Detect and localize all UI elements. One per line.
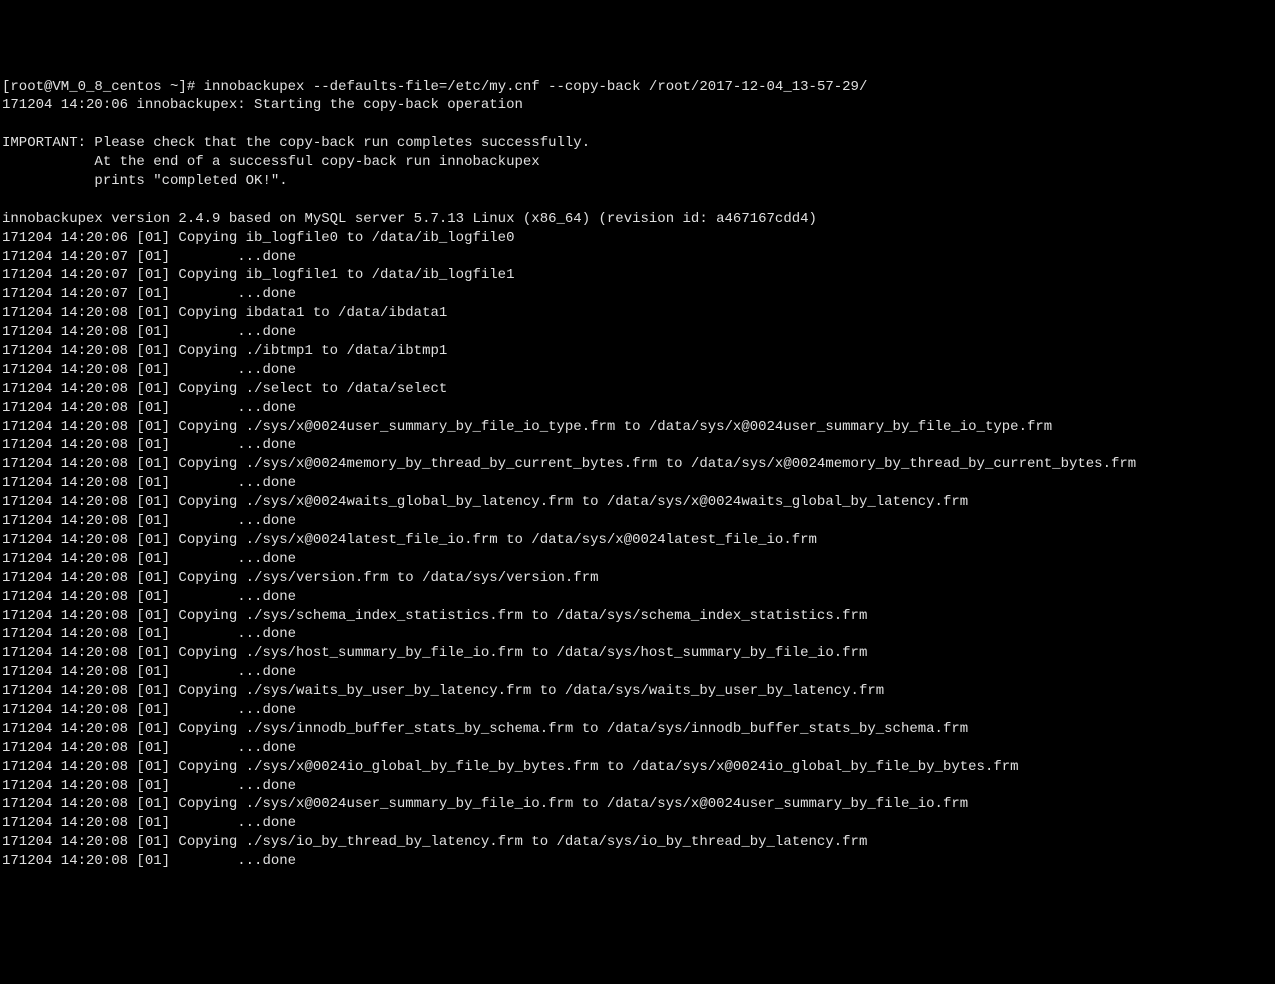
log-line: 171204 14:20:08 [01] ...done [2, 814, 1275, 833]
log-line: 171204 14:20:08 [01] Copying ./sys/x@002… [2, 795, 1275, 814]
log-line: 171204 14:20:08 [01] Copying ./sys/versi… [2, 569, 1275, 588]
log-line: 171204 14:20:08 [01] ...done [2, 777, 1275, 796]
log-line: 171204 14:20:08 [01] ...done [2, 739, 1275, 758]
log-line: 171204 14:20:08 [01] ...done [2, 550, 1275, 569]
blank-line [2, 115, 1275, 134]
log-line: 171204 14:20:08 [01] Copying ./sys/x@002… [2, 531, 1275, 550]
important-notice: IMPORTANT: Please check that the copy-ba… [2, 134, 1275, 153]
command-text: innobackupex --defaults-file=/etc/my.cnf… [204, 79, 868, 95]
log-line: 171204 14:20:08 [01] Copying ./sys/innod… [2, 720, 1275, 739]
log-line: 171204 14:20:07 [01] Copying ib_logfile1… [2, 266, 1275, 285]
output-line: 171204 14:20:06 innobackupex: Starting t… [2, 96, 1275, 115]
log-line: 171204 14:20:07 [01] ...done [2, 285, 1275, 304]
blank-line [2, 191, 1275, 210]
log-line: 171204 14:20:08 [01] ...done [2, 474, 1275, 493]
version-line: innobackupex version 2.4.9 based on MySQ… [2, 210, 1275, 229]
log-line: 171204 14:20:08 [01] Copying ./sys/io_by… [2, 833, 1275, 852]
log-line: 171204 14:20:08 [01] ...done [2, 436, 1275, 455]
terminal-window[interactable]: [root@VM_0_8_centos ~]# innobackupex --d… [2, 78, 1275, 888]
command-line: [root@VM_0_8_centos ~]# innobackupex --d… [2, 78, 1275, 97]
log-line: 171204 14:20:08 [01] ...done [2, 361, 1275, 380]
log-line: 171204 14:20:08 [01] Copying ./sys/host_… [2, 644, 1275, 663]
log-line: 171204 14:20:08 [01] ...done [2, 399, 1275, 418]
log-line: 171204 14:20:07 [01] ...done [2, 248, 1275, 267]
log-line: 171204 14:20:08 [01] Copying ibdata1 to … [2, 304, 1275, 323]
log-line: 171204 14:20:08 [01] Copying ./ibtmp1 to… [2, 342, 1275, 361]
important-notice: prints "completed OK!". [2, 172, 1275, 191]
log-line: 171204 14:20:08 [01] ...done [2, 852, 1275, 871]
log-line: 171204 14:20:08 [01] Copying ./sys/x@002… [2, 455, 1275, 474]
important-notice: At the end of a successful copy-back run… [2, 153, 1275, 172]
log-line: 171204 14:20:08 [01] Copying ./select to… [2, 380, 1275, 399]
log-line: 171204 14:20:08 [01] Copying ./sys/x@002… [2, 418, 1275, 437]
log-line: 171204 14:20:08 [01] ...done [2, 663, 1275, 682]
log-line: 171204 14:20:08 [01] ...done [2, 701, 1275, 720]
log-line: 171204 14:20:08 [01] Copying ./sys/x@002… [2, 493, 1275, 512]
log-line: 171204 14:20:08 [01] Copying ./sys/schem… [2, 607, 1275, 626]
log-line: 171204 14:20:08 [01] ...done [2, 512, 1275, 531]
log-line: 171204 14:20:08 [01] Copying ./sys/waits… [2, 682, 1275, 701]
log-line: 171204 14:20:08 [01] ...done [2, 323, 1275, 342]
log-line: 171204 14:20:08 [01] ...done [2, 625, 1275, 644]
log-line: 171204 14:20:06 [01] Copying ib_logfile0… [2, 229, 1275, 248]
shell-prompt: [root@VM_0_8_centos ~]# [2, 79, 204, 95]
log-line: 171204 14:20:08 [01] ...done [2, 588, 1275, 607]
log-output: 171204 14:20:06 [01] Copying ib_logfile0… [2, 229, 1275, 871]
log-line: 171204 14:20:08 [01] Copying ./sys/x@002… [2, 758, 1275, 777]
